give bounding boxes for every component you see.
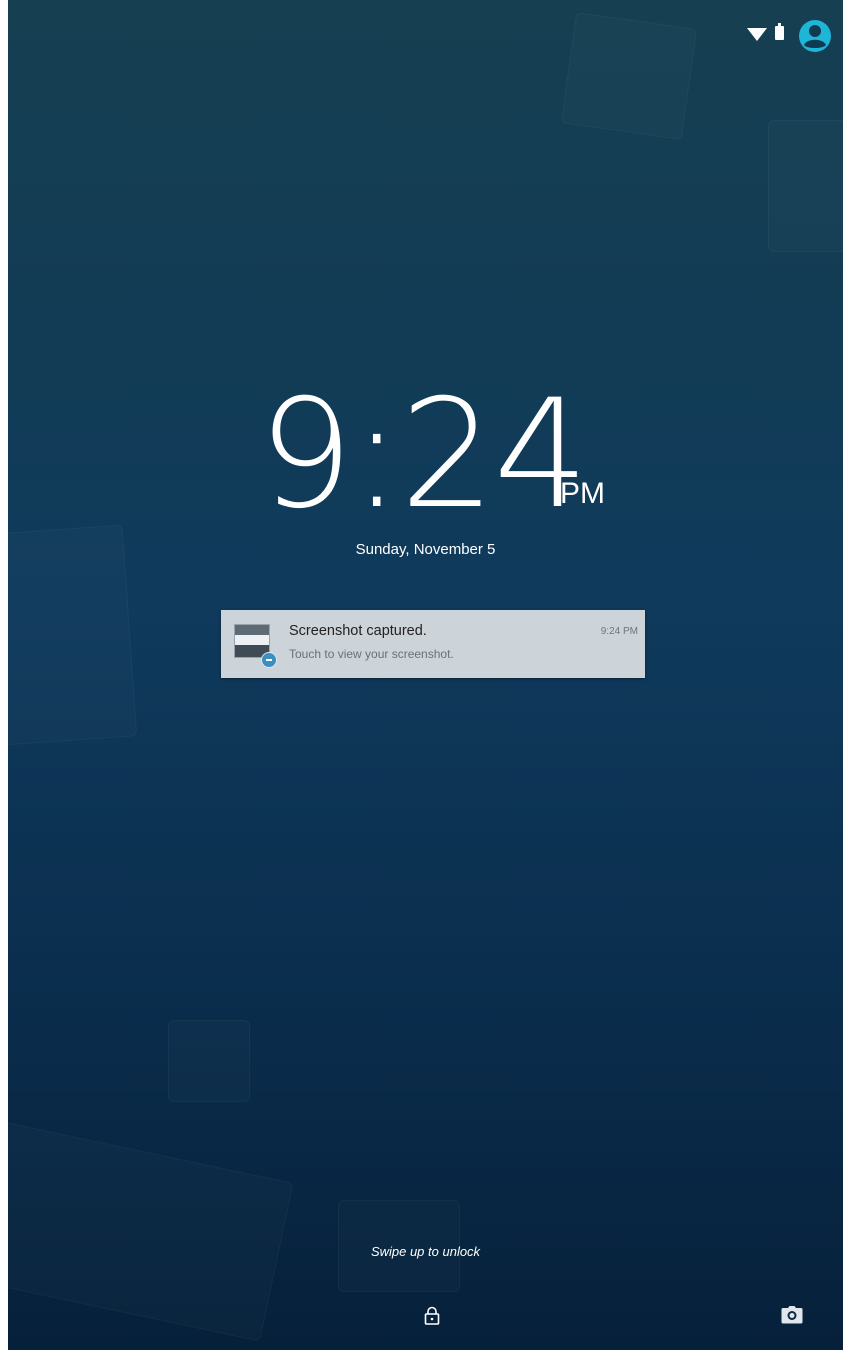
unlock-hint: Swipe up to unlock: [370, 1244, 481, 1259]
notification-body: Touch to view your screenshot.: [289, 647, 454, 661]
notification-title: Screenshot captured.: [289, 623, 427, 639]
wallpaper-shape: [768, 120, 843, 252]
user-icon[interactable]: [797, 18, 833, 54]
wallpaper-shape: [168, 1020, 250, 1102]
notification-badge-icon: [261, 652, 277, 668]
wifi-icon: [747, 28, 767, 41]
clock-ampm: PM: [560, 477, 605, 510]
wallpaper-shape: [561, 12, 697, 140]
lockscreen-clock: 9:24 PM: [8, 380, 843, 530]
clock-date: Sunday, November 5: [355, 541, 496, 558]
wallpaper-shape: [8, 525, 137, 748]
notification-time: 9:24 PM: [600, 626, 638, 637]
camera-icon[interactable]: [781, 1306, 803, 1324]
wallpaper-shape: [8, 1120, 294, 1341]
lock-screen[interactable]: 9:24 PM Sunday, November 5 Screenshot ca…: [8, 0, 843, 1350]
battery-icon: [775, 23, 784, 40]
lock-icon[interactable]: [423, 1306, 441, 1326]
clock-time: 9:24: [258, 368, 589, 542]
status-bar: [723, 18, 843, 54]
notification-card[interactable]: Screenshot captured. Touch to view your …: [221, 610, 645, 678]
